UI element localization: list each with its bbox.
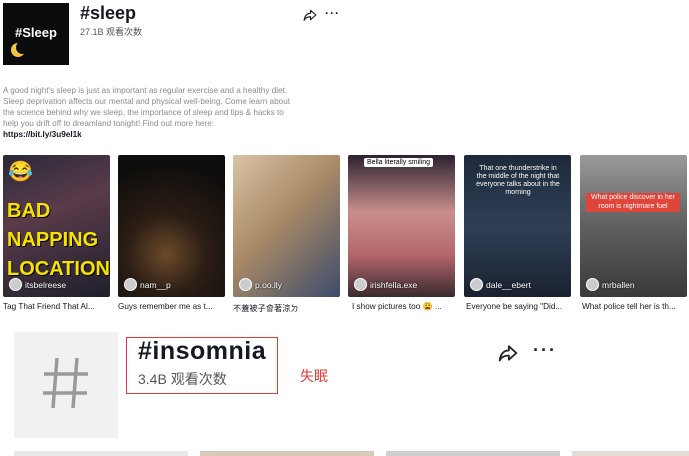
video-author: p.oo.lly: [239, 278, 282, 291]
video-caption[interactable]: Guys remember me as t...: [118, 302, 225, 311]
video-caption[interactable]: Tag That Friend That Al...: [3, 302, 110, 311]
cover-text: #Sleep: [15, 25, 57, 40]
video-thumbnail-partial[interactable]: [14, 451, 188, 456]
video-caption[interactable]: I show pictures too 😩 ...: [352, 302, 459, 312]
moon-icon: [11, 41, 29, 57]
avatar: [586, 278, 599, 291]
video-thumbnail-partial[interactable]: [200, 451, 374, 456]
hashtag-cover-placeholder: [14, 332, 118, 438]
video-caption[interactable]: What police tell her is th...: [582, 302, 689, 311]
thumbnail-overlay-text: Bella literally smiling: [364, 158, 434, 167]
video-author: itsbelreese: [9, 278, 66, 291]
video-author: mrballen: [586, 278, 635, 291]
share-icon[interactable]: [497, 343, 519, 363]
avatar: [9, 278, 22, 291]
hashtag-cover-image: #Sleep: [3, 3, 69, 65]
video-thumbnail[interactable]: Bella literally smiling irishfella.exe: [348, 155, 455, 297]
video-thumbnail[interactable]: 😂 BAD NAPPING LOCATION itsbelreese: [3, 155, 110, 297]
avatar: [470, 278, 483, 291]
video-author: nam__p: [124, 278, 171, 291]
video-author: dale__ebert: [470, 278, 531, 291]
avatar: [354, 278, 367, 291]
video-author: irishfella.exe: [354, 278, 417, 291]
laughing-emoji: 😂: [8, 161, 33, 183]
view-count: 3.4B 观看次数: [138, 371, 227, 387]
annotation-label: 失眠: [300, 368, 328, 384]
avatar: [124, 278, 137, 291]
share-icon[interactable]: [303, 8, 317, 22]
hashtag-icon: [43, 357, 88, 409]
video-thumbnail[interactable]: nam__p: [118, 155, 225, 297]
hashtag-title: #insomnia: [138, 337, 267, 365]
thumbnail-overlay-text: That one thunderstrike in the middle of …: [476, 165, 560, 196]
avatar: [239, 278, 252, 291]
video-caption[interactable]: Everyone be saying "Did...: [466, 302, 573, 311]
video-thumbnail-partial[interactable]: [572, 451, 689, 456]
video-thumbnail-partial[interactable]: [386, 451, 560, 456]
description-link[interactable]: https://bit.ly/3u9el1k: [3, 130, 82, 139]
view-count: 27.1B 观看次数: [80, 27, 143, 37]
video-thumbnail[interactable]: What police discover in her room is nigh…: [580, 155, 687, 297]
video-caption[interactable]: 不蓋被子會著涼ㄉ: [233, 302, 340, 314]
hashtag-description: A good night's sleep is just as importan…: [3, 86, 291, 128]
thumbnail-overlay-text: BAD NAPPING LOCATION: [7, 200, 110, 280]
thumbnail-overlay-text: What police discover in her room is nigh…: [586, 193, 680, 212]
more-icon[interactable]: ···: [533, 340, 557, 361]
more-icon[interactable]: ···: [325, 6, 340, 20]
video-thumbnail[interactable]: p.oo.lly: [233, 155, 340, 297]
hashtag-title: #sleep: [80, 3, 137, 23]
video-thumbnail[interactable]: That one thunderstrike in the middle of …: [464, 155, 571, 297]
